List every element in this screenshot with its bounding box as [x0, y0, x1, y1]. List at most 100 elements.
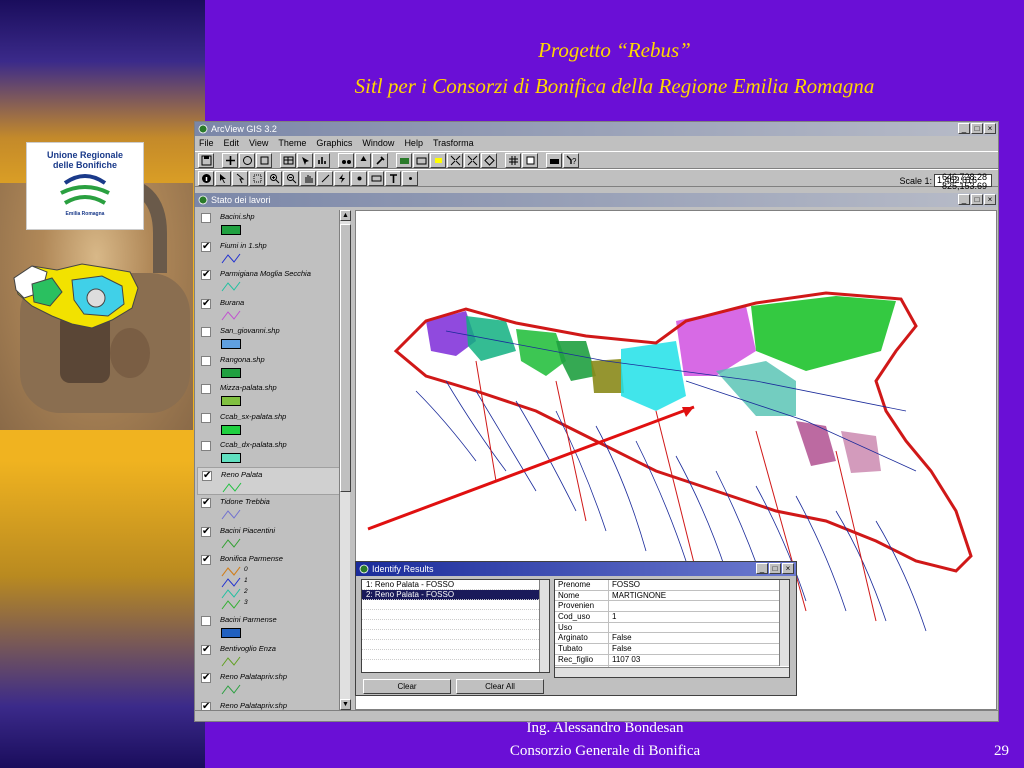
edit-legend-button[interactable] [256, 152, 272, 168]
list-item[interactable]: 1: Reno Palata - FOSSO [362, 580, 549, 590]
legend-item[interactable]: Mizza-palata.shp [197, 381, 341, 410]
pointer-tool[interactable] [215, 170, 231, 186]
scroll-down-arrow[interactable]: ▼ [340, 699, 351, 710]
zoom-full-button[interactable] [396, 152, 412, 168]
legend-item[interactable]: ✔ Bentivoglio Enza [197, 642, 341, 671]
maximize-button[interactable]: □ [971, 123, 983, 134]
legend-item[interactable]: Bacini Parmense [197, 613, 341, 642]
hotlink-tool[interactable] [334, 170, 350, 186]
legend-item[interactable]: San_giovanni.shp [197, 324, 341, 353]
scroll-thumb[interactable] [340, 224, 351, 492]
theme-visibility-checkbox[interactable] [201, 355, 211, 366]
zoom-out-fixed-button[interactable] [464, 152, 480, 168]
identify-titlebar[interactable]: Identify Results _ □ × [356, 562, 796, 576]
zoom-active-button[interactable] [413, 152, 429, 168]
pan-tool[interactable] [300, 170, 316, 186]
menu-help[interactable]: Help [404, 136, 423, 151]
identify-minimize-button[interactable]: _ [756, 563, 768, 574]
theme-visibility-checkbox[interactable]: ✔ [201, 241, 211, 252]
open-table-button[interactable] [280, 152, 296, 168]
theme-visibility-checkbox[interactable] [201, 384, 211, 394]
theme-visibility-checkbox[interactable]: ✔ [201, 644, 211, 655]
measure-tool[interactable] [317, 170, 333, 186]
attribute-horizontal-scrollbar[interactable] [555, 667, 789, 677]
legend-item[interactable]: ✔ Tidone Trebbia [197, 495, 341, 524]
menu-theme[interactable]: Theme [278, 136, 306, 151]
draw-point-tool[interactable] [402, 170, 418, 186]
print-button[interactable] [546, 152, 562, 168]
identify-feature-list[interactable]: 1: Reno Palata - FOSSO 2: Reno Palata - … [361, 579, 550, 673]
arcview-titlebar[interactable]: ArcView GIS 3.2 _ □ × [195, 122, 998, 136]
find-button[interactable] [338, 152, 354, 168]
menu-view[interactable]: View [249, 136, 268, 151]
legend-item[interactable]: ✔ Reno Palata [197, 466, 341, 495]
theme-visibility-checkbox[interactable]: ✔ [201, 701, 211, 710]
clear-button[interactable]: Clear [363, 679, 451, 694]
theme-visibility-checkbox[interactable] [201, 441, 211, 451]
menu-edit[interactable]: Edit [224, 136, 240, 151]
theme-visibility-checkbox[interactable] [201, 616, 211, 626]
vertex-edit-tool[interactable] [232, 170, 248, 186]
menu-trasforma[interactable]: Trasforma [433, 136, 474, 151]
menu-file[interactable]: File [199, 136, 214, 151]
theme-visibility-checkbox[interactable] [201, 327, 211, 337]
theme-visibility-checkbox[interactable] [201, 412, 211, 423]
legend-item[interactable]: Ccab_dx-palata.shp [197, 438, 341, 467]
chart-button[interactable] [314, 152, 330, 168]
select-by-theme-button[interactable] [505, 152, 521, 168]
list-item-selected[interactable]: 2: Reno Palata - FOSSO [362, 590, 549, 600]
minimize-button[interactable]: _ [958, 123, 970, 134]
legend-item[interactable]: ✔ Parmigiana Moglia Secchia [197, 267, 341, 296]
scroll-up-arrow[interactable]: ▲ [340, 210, 351, 221]
legend-item[interactable]: Bacini.shp [197, 210, 341, 239]
locate-button[interactable] [355, 152, 371, 168]
zoom-in-tool[interactable] [266, 170, 282, 186]
theme-visibility-checkbox[interactable]: ✔ [201, 555, 211, 565]
view-minimize-button[interactable]: _ [958, 194, 970, 205]
identify-list-scrollbar[interactable] [539, 580, 549, 672]
theme-visibility-checkbox[interactable]: ✔ [201, 298, 211, 309]
theme-visibility-checkbox[interactable]: ✔ [201, 270, 211, 280]
theme-visibility-checkbox[interactable]: ✔ [201, 673, 211, 683]
attribute-scrollbar[interactable] [779, 580, 789, 666]
zoom-in-fixed-button[interactable] [447, 152, 463, 168]
identify-maximize-button[interactable]: □ [769, 563, 781, 574]
view-titlebar[interactable]: Stato dei lavori _ □ × [195, 193, 998, 207]
menu-window[interactable]: Window [362, 136, 394, 151]
legend-item[interactable]: Ccab_sx-palata.shp [197, 410, 341, 439]
view-maximize-button[interactable]: □ [971, 194, 983, 205]
theme-visibility-checkbox[interactable]: ✔ [201, 526, 211, 537]
add-theme-button[interactable] [222, 152, 238, 168]
area-of-interest-tool[interactable] [351, 170, 367, 186]
save-project-button[interactable] [198, 152, 214, 168]
list-item-empty [362, 640, 549, 650]
legend-item[interactable]: ✔ Burana [197, 296, 341, 325]
query-button[interactable] [372, 152, 388, 168]
theme-visibility-checkbox[interactable]: ✔ [201, 498, 211, 508]
zoom-selected-button[interactable] [430, 152, 446, 168]
legend-item[interactable]: ✔ Fiumi in 1.shp [197, 239, 341, 268]
legend-item[interactable]: ✔ Bonifica Parmense 0 1 2 3 [197, 552, 341, 613]
clear-all-button[interactable]: Clear All [456, 679, 544, 694]
legend-item[interactable]: ✔ Reno Palatapriv.shp [197, 670, 341, 699]
legend-item[interactable]: ✔ Bacini Piacentini [197, 524, 341, 553]
legend-item[interactable]: ✔ Reno Palatapriv.shp [197, 699, 341, 710]
identify-close-button[interactable]: × [782, 563, 794, 574]
select-feature-button[interactable] [297, 152, 313, 168]
label-tool[interactable] [368, 170, 384, 186]
close-button[interactable]: × [984, 123, 996, 134]
legend-scrollbar[interactable]: ▲ ▼ [339, 210, 351, 710]
menu-graphics[interactable]: Graphics [316, 136, 352, 151]
theme-visibility-checkbox[interactable] [201, 213, 211, 223]
select-tool[interactable] [249, 170, 265, 186]
legend-item[interactable]: Rangona.shp [197, 353, 341, 382]
theme-properties-button[interactable] [239, 152, 255, 168]
clear-selection-button[interactable] [522, 152, 538, 168]
zoom-previous-button[interactable] [481, 152, 497, 168]
help-button[interactable]: ? [563, 152, 579, 168]
zoom-out-tool[interactable] [283, 170, 299, 186]
identify-tool[interactable] [198, 170, 214, 186]
view-close-button[interactable]: × [984, 194, 996, 205]
theme-visibility-checkbox[interactable]: ✔ [202, 470, 212, 481]
text-tool[interactable] [385, 170, 401, 186]
